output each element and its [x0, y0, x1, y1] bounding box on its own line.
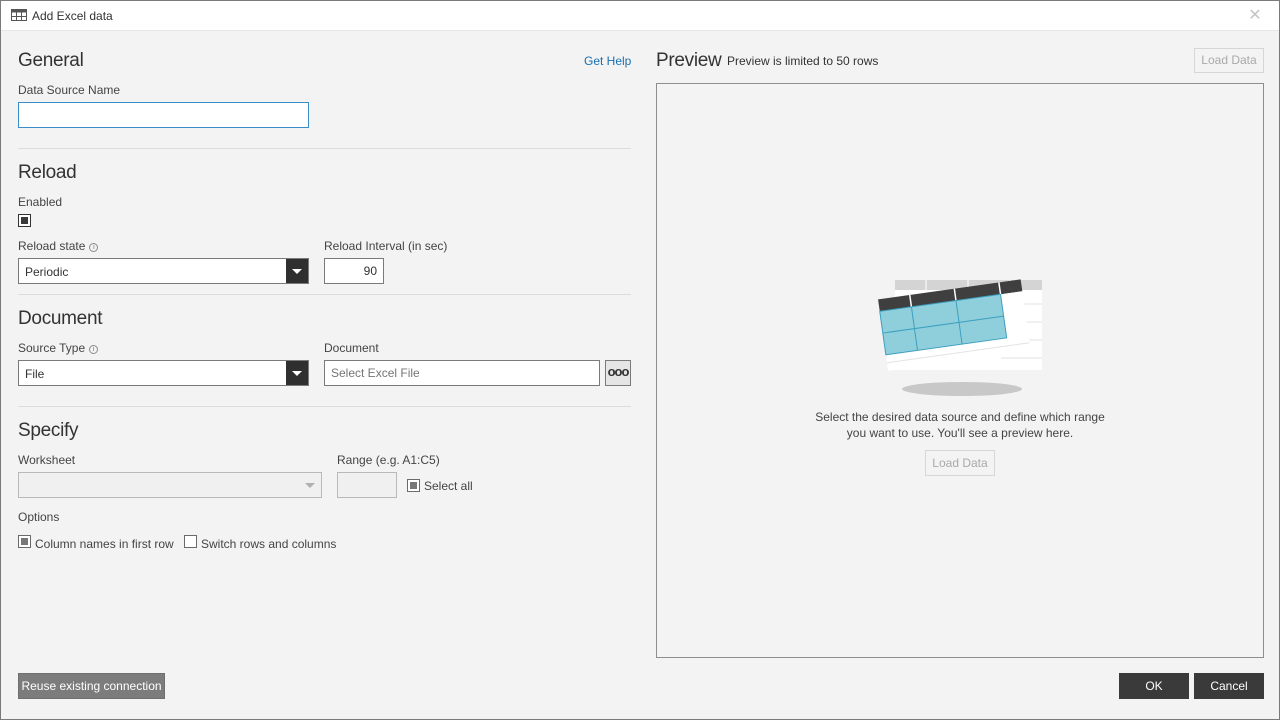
load-data-top-button[interactable]: Load Data [1194, 48, 1264, 73]
enabled-checkbox[interactable] [18, 214, 31, 227]
dialog-window: Add Excel data ✕ General Get Help Data S… [0, 0, 1280, 720]
reload-interval-input[interactable] [324, 258, 384, 284]
preview-panel: Select the desired data source and defin… [656, 83, 1264, 658]
title-bar: Add Excel data ✕ [1, 1, 1279, 31]
source-type-select[interactable]: File [18, 360, 309, 386]
preview-subtitle: Preview is limited to 50 rows [727, 54, 879, 68]
source-type-label: Source Type i [18, 341, 99, 355]
reload-state-label: Reload state i [18, 239, 99, 253]
worksheet-label: Worksheet [18, 453, 76, 467]
preview-message-line2: you want to use. You'll see a preview he… [846, 426, 1074, 440]
preview-message-line1: Select the desired data source and defin… [815, 410, 1105, 424]
switch-rows-checkbox[interactable] [184, 535, 197, 548]
cancel-button[interactable]: Cancel [1194, 673, 1264, 699]
select-all-label: Select all [424, 479, 473, 493]
document-file-input[interactable] [324, 360, 600, 386]
preview-section-title: Preview [656, 50, 722, 71]
chevron-down-icon [299, 473, 321, 497]
reload-state-value: Periodic [25, 265, 69, 279]
spreadsheet-illustration [878, 279, 1042, 396]
reload-state-select[interactable]: Periodic [18, 258, 309, 284]
window-title: Add Excel data [32, 9, 113, 23]
table-grid-icon [11, 9, 27, 21]
reload-interval-label: Reload Interval (in sec) [324, 239, 448, 253]
range-input[interactable] [337, 472, 397, 498]
get-help-link[interactable]: Get Help [584, 54, 631, 68]
enabled-label: Enabled [18, 195, 63, 209]
column-names-label: Column names in first row [35, 537, 174, 551]
chevron-down-icon[interactable] [286, 361, 308, 385]
info-icon: i [89, 243, 99, 252]
divider [18, 294, 631, 295]
data-source-name-label: Data Source Name [18, 83, 121, 97]
options-label: Options [18, 510, 60, 524]
document-section-title: Document [18, 308, 103, 329]
source-type-value: File [25, 367, 45, 381]
data-source-name-input[interactable] [18, 102, 309, 128]
browse-file-button[interactable]: ooo [605, 360, 631, 386]
reuse-connection-button[interactable]: Reuse existing connection [18, 673, 165, 699]
source-type-label-text: Source Type [18, 341, 86, 355]
document-label: Document [324, 341, 379, 355]
load-data-center-button[interactable]: Load Data [925, 450, 995, 476]
divider [18, 406, 631, 407]
range-label: Range (e.g. A1:C5) [337, 453, 440, 467]
chevron-down-icon[interactable] [286, 259, 308, 283]
specify-section-title: Specify [18, 420, 79, 441]
ok-button[interactable]: OK [1119, 673, 1189, 699]
worksheet-select[interactable] [18, 472, 322, 498]
reload-state-label-text: Reload state [18, 239, 86, 253]
close-icon[interactable]: ✕ [1245, 6, 1265, 26]
switch-rows-label: Switch rows and columns [201, 537, 337, 551]
column-names-checkbox[interactable] [18, 535, 31, 548]
general-section-title: General [18, 50, 84, 71]
divider [18, 148, 631, 149]
info-icon: i [89, 345, 99, 354]
reload-section-title: Reload [18, 162, 77, 183]
select-all-checkbox[interactable] [407, 479, 420, 492]
